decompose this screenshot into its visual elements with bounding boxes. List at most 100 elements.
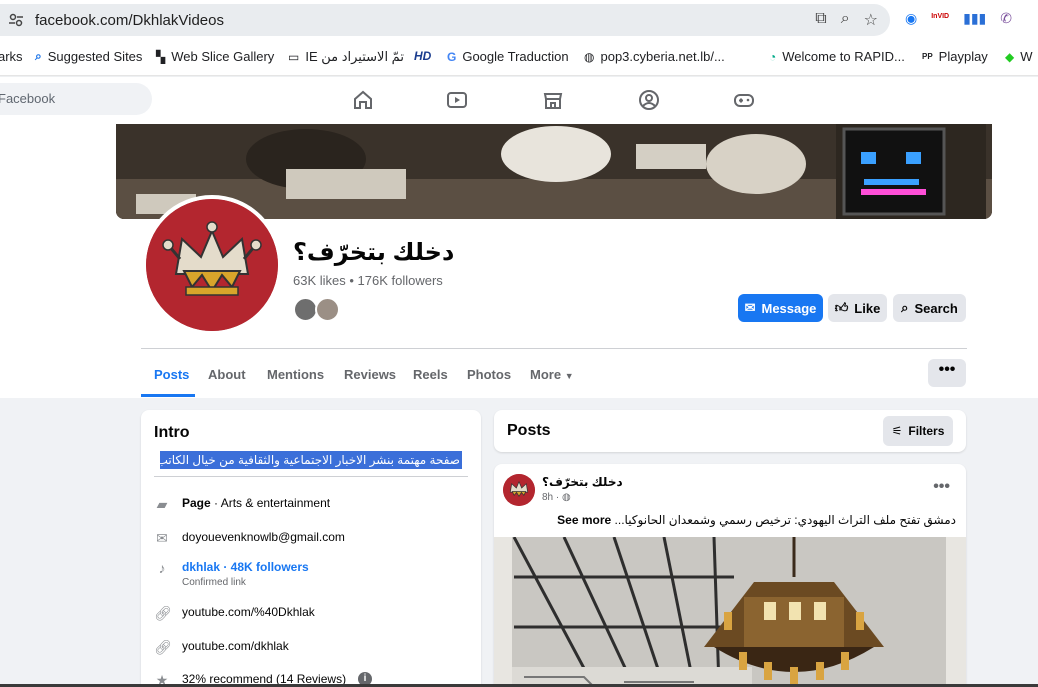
tab-reels[interactable]: Reels <box>413 367 448 382</box>
more-options-button[interactable]: ••• <box>928 359 966 387</box>
tab-mentions[interactable]: Mentions <box>267 367 324 382</box>
friend-avatar[interactable] <box>315 297 340 322</box>
bookmark-item[interactable]: ◔ Welcome to RAPID... <box>769 49 905 64</box>
url-text[interactable]: facebook.com/DkhlakVideos <box>35 12 224 29</box>
tab-more[interactable]: More ▼ <box>530 367 574 382</box>
extension-viber-icon[interactable]: ✆ <box>1000 10 1012 27</box>
post-card: دخلك بتخرّف؟ 8h · ◍ ••• دمشق تفتح ملف ال… <box>494 464 966 687</box>
chandelier-photo <box>494 537 966 687</box>
intro-email: ✉ doyouevenknowlb@gmail.com <box>154 530 345 546</box>
url-field[interactable]: facebook.com/DkhlakVideos ⧉ ⌕ ☆ <box>0 4 890 36</box>
groups-icon[interactable] <box>638 89 660 111</box>
bookmark-item[interactable]: ◍ pop3.cyberia.net.lb/... <box>584 49 725 64</box>
page-avatar[interactable] <box>142 195 282 335</box>
globe-icon: ◍ <box>562 492 571 503</box>
extension-invid-icon[interactable]: InVID <box>931 10 949 27</box>
tiktok-link[interactable]: dkhlak · 48K followers <box>182 560 309 574</box>
filter-sliders-icon: ⚟ <box>891 424 903 438</box>
gaming-icon[interactable] <box>733 89 755 111</box>
post-author[interactable]: دخلك بتخرّف؟ <box>542 475 623 489</box>
bookmark-item[interactable]: PP Playplay <box>922 49 988 64</box>
messenger-icon: ✉ <box>744 300 756 315</box>
category-label: Page <box>182 496 211 510</box>
link-icon: 🔗︎ <box>154 605 172 621</box>
bookmark-item[interactable]: arks <box>0 49 23 64</box>
tab-more-label: More <box>530 367 562 382</box>
bookmarks-bar: arks ⌕ Suggested Sites ▚ Web Slice Gallery… <box>0 40 1038 76</box>
site-settings-icon[interactable] <box>8 12 24 28</box>
youtube-link[interactable]: youtube.com/%40Dkhlak <box>182 605 315 619</box>
translate-icon: G <box>447 49 457 64</box>
profile-header: دخلك بتخرّف؟ 63K likes • 176K followers … <box>0 124 1038 398</box>
bookmark-item[interactable]: ▚ Web Slice Gallery <box>156 49 274 64</box>
bookmark-star-icon[interactable]: ☆ <box>864 10 878 30</box>
bio-divider <box>154 476 468 477</box>
bookmark-item[interactable]: ⌕ Suggested Sites <box>35 49 142 64</box>
extension-audio-icon[interactable]: ▮▮▮ <box>963 10 986 27</box>
install-app-icon[interactable]: ⧉ <box>815 10 826 30</box>
search-icon: ⌕ <box>35 49 42 63</box>
slice-icon: ▚ <box>156 49 166 64</box>
header-divider <box>141 348 967 349</box>
intro-category: ▰ Page · Arts & entertainment <box>154 496 330 512</box>
message-label: Message <box>761 300 817 316</box>
like-button[interactable]: 👍︎ Like <box>828 294 887 322</box>
jester-hat-logo <box>146 199 278 331</box>
post-options-button[interactable]: ••• <box>933 478 950 496</box>
browser-address-bar: facebook.com/DkhlakVideos ⧉ ⌕ ☆ ◉ InVID … <box>0 0 1038 40</box>
post-timestamp[interactable]: 8h · ◍ <box>542 492 571 503</box>
tab-posts[interactable]: Posts <box>154 367 189 382</box>
video-icon[interactable] <box>446 89 468 111</box>
bookmark-item[interactable]: ▭ تمّ الاستيراد من IE <box>288 49 404 65</box>
hd-icon: HD <box>414 49 432 63</box>
intro-youtube-1: 🔗︎ youtube.com/%40Dkhlak <box>154 605 315 621</box>
post-time-text: 8h · <box>542 492 560 503</box>
link-icon: 🔗︎ <box>154 639 172 655</box>
search-button[interactable]: ⌕ Search <box>893 294 966 322</box>
intro-bio: صفحة مهتمة بنشر الاخبار الاجتماعية والثق… <box>160 451 462 469</box>
tab-reviews[interactable]: Reviews <box>344 367 396 382</box>
bookmark-item[interactable]: HD <box>414 49 431 63</box>
tab-about[interactable]: About <box>208 367 246 382</box>
extension-eye-icon[interactable]: ◉ <box>905 10 917 27</box>
playplay-icon: PP <box>922 52 933 61</box>
facebook-search-input[interactable]: Facebook <box>0 83 152 115</box>
page-stats[interactable]: 63K likes • 176K followers <box>293 273 443 288</box>
thumbs-up-icon: 👍︎ <box>834 300 849 315</box>
filters-button[interactable]: ⚟ Filters <box>883 416 953 446</box>
email-text[interactable]: doyouevenknowlb@gmail.com <box>182 530 345 544</box>
search-placeholder: Facebook <box>0 91 56 106</box>
posts-title: Posts <box>507 422 551 439</box>
home-icon[interactable] <box>352 89 374 111</box>
zoom-icon[interactable]: ⌕ <box>841 10 850 30</box>
category-value: · Arts & entertainment <box>210 496 331 510</box>
intro-youtube-2: 🔗︎ youtube.com/dkhlak <box>154 639 289 655</box>
search-label: Search <box>914 300 958 316</box>
rapid-icon: ◔ <box>769 49 777 64</box>
post-text: دمشق تفتح ملف التراث اليهودي: ترخيص رسمي… <box>557 513 956 527</box>
folder-icon: ▭ <box>288 50 300 64</box>
tiktok-icon: ♪ <box>158 560 166 576</box>
confirmed-link-note: Confirmed link <box>182 577 246 588</box>
filters-label: Filters <box>908 424 945 438</box>
page-title: دخلك بتخرّف؟ <box>293 239 455 266</box>
bookmark-item[interactable]: ◆ W <box>1005 49 1033 64</box>
like-label: Like <box>854 300 881 316</box>
posts-header: Posts ⚟ Filters <box>494 410 966 452</box>
caret-down-icon: ▼ <box>564 371 574 381</box>
facebook-top-bar: Facebook <box>0 77 1038 124</box>
message-button[interactable]: ✉ Message <box>738 294 823 322</box>
jester-hat-logo <box>503 474 535 506</box>
active-tab-indicator <box>141 394 195 397</box>
bookmark-item[interactable]: G Google Traduction <box>447 49 569 64</box>
post-author-avatar[interactable] <box>503 474 535 506</box>
search-icon: ⌕ <box>901 300 909 315</box>
w-icon: ◆ <box>1005 49 1015 64</box>
youtube-link[interactable]: youtube.com/dkhlak <box>182 639 289 653</box>
marketplace-icon[interactable] <box>542 89 564 111</box>
post-image[interactable] <box>494 537 966 687</box>
tab-photos[interactable]: Photos <box>467 367 511 382</box>
post-body: دمشق تفتح ملف التراث اليهودي: ترخيص رسمي… <box>614 513 956 527</box>
see-more-link[interactable]: See more <box>557 513 611 527</box>
page-flag-icon: ▰ <box>156 496 168 512</box>
